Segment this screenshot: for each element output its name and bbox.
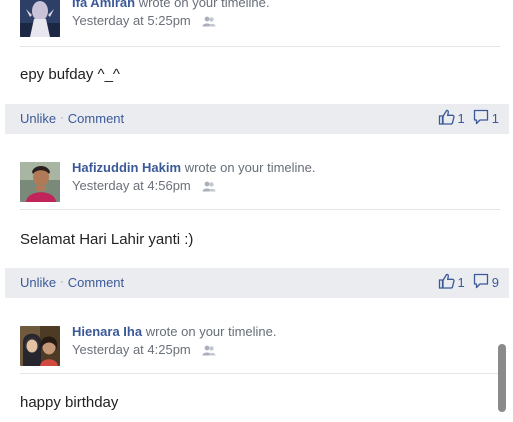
like-count[interactable]: 1 (458, 111, 465, 126)
post-text: happy birthday (20, 394, 119, 411)
comment-link[interactable]: Comment (68, 275, 124, 290)
post-header: Hienara Iha wrote on your timeline. Yest… (20, 324, 500, 368)
post-action-text: wrote on your timeline. (145, 324, 277, 339)
divider (20, 373, 500, 374)
post-timestamp[interactable]: Yesterday at 4:25pm (72, 342, 191, 357)
comment-link[interactable]: Comment (68, 111, 124, 126)
friends-icon[interactable] (202, 15, 216, 27)
post-header: Hafizuddin Hakim wrote on your timeline.… (20, 160, 500, 204)
post-actions-bar: Unlike · Comment 1 9 (5, 268, 509, 298)
comment-count[interactable]: 9 (492, 275, 499, 290)
post-meta: Yesterday at 5:25pm (72, 13, 216, 28)
friends-icon[interactable] (202, 180, 216, 192)
divider (20, 209, 500, 210)
post-action-text: wrote on your timeline. (184, 160, 316, 175)
separator-dot: · (60, 112, 64, 124)
like-icon[interactable] (438, 109, 455, 128)
divider (20, 46, 500, 47)
avatar[interactable] (20, 0, 60, 37)
like-count[interactable]: 1 (458, 275, 465, 290)
avatar[interactable] (20, 162, 60, 202)
scrollbar-thumb[interactable] (498, 344, 506, 412)
post-meta: Yesterday at 4:56pm (72, 178, 216, 193)
unlike-link[interactable]: Unlike (20, 111, 56, 126)
separator-dot: · (60, 276, 64, 288)
post-text: epy bufday ^_^ (20, 66, 120, 83)
comment-count[interactable]: 1 (492, 111, 499, 126)
post-meta: Yesterday at 4:25pm (72, 342, 216, 357)
author-name[interactable]: Hafizuddin Hakim (72, 160, 181, 175)
author-name[interactable]: Ifa Amirah (72, 0, 135, 10)
comment-icon[interactable] (473, 109, 489, 128)
author-name[interactable]: Hienara Iha (72, 324, 142, 339)
comment-icon[interactable] (473, 273, 489, 292)
post-text: Selamat Hari Lahir yanti :) (20, 231, 194, 248)
post-actions-bar: Unlike · Comment 1 1 (5, 104, 509, 134)
post-action-text: wrote on your timeline. (138, 0, 270, 10)
post-header: Ifa Amirah wrote on your timeline. Yeste… (20, 0, 500, 39)
avatar[interactable] (20, 326, 60, 366)
post-timestamp[interactable]: Yesterday at 4:56pm (72, 178, 191, 193)
unlike-link[interactable]: Unlike (20, 275, 56, 290)
like-icon[interactable] (438, 273, 455, 292)
post-timestamp[interactable]: Yesterday at 5:25pm (72, 13, 191, 28)
friends-icon[interactable] (202, 344, 216, 356)
